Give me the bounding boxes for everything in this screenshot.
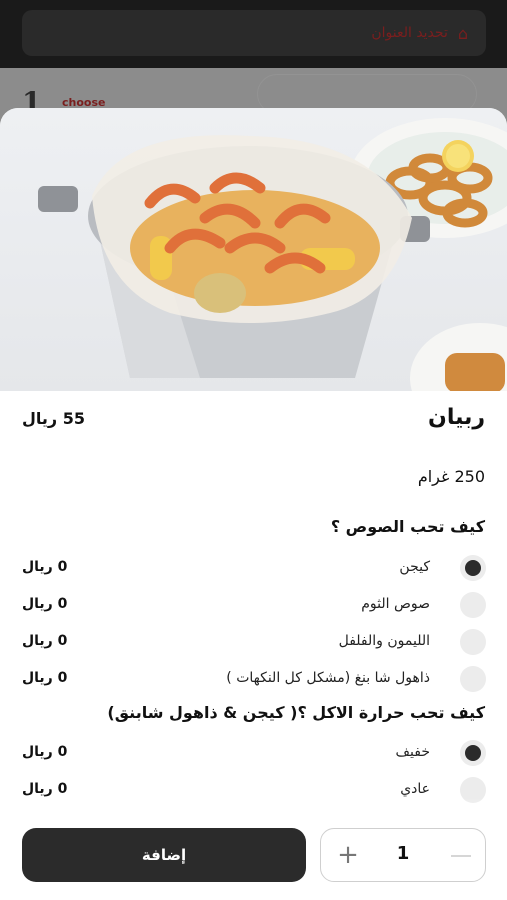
background-header: ⌂ تحديد العنوان xyxy=(0,0,507,68)
option-price: 0 ريال xyxy=(22,559,68,575)
address-label: تحديد العنوان xyxy=(371,25,448,41)
quantity-stepper: + 1 xyxy=(320,828,486,882)
product-weight: 250 غرام xyxy=(417,467,485,486)
sauce-option-mixed[interactable]: ذاهول شا بنغ (مشكل كل النكهات ) 0 ريال xyxy=(22,664,486,694)
product-price: 55 ريال xyxy=(22,409,85,428)
add-to-cart-button[interactable]: إضافة xyxy=(22,828,306,882)
radio-selected[interactable] xyxy=(460,740,486,766)
spice-option-mild[interactable]: خفيف 0 ريال xyxy=(22,738,486,768)
location-pin-icon: ⌂ xyxy=(457,23,468,43)
radio-selected[interactable] xyxy=(460,555,486,581)
product-details: ربيان 55 ريال 250 غرام كيف تحب الصوص ؟ ك… xyxy=(0,391,507,811)
product-image xyxy=(0,108,507,391)
sauce-option-garlic[interactable]: صوص الثوم 0 ريال xyxy=(22,590,486,620)
product-name: ربيان xyxy=(428,405,485,430)
option-price: 0 ريال xyxy=(22,670,68,686)
spice-group-title: كيف تحب حرارة الاكل ؟( كيجن & ذاهول شابن… xyxy=(107,703,485,722)
radio-unselected[interactable] xyxy=(460,592,486,618)
radio-unselected[interactable] xyxy=(460,666,486,692)
option-price: 0 ريال xyxy=(22,596,68,612)
shrimp-bucket-illustration xyxy=(38,118,507,391)
sauce-option-cajun[interactable]: كيجن 0 ريال xyxy=(22,553,486,583)
option-price: 0 ريال xyxy=(22,633,68,649)
product-sheet: ربيان 55 ريال 250 غرام كيف تحب الصوص ؟ ك… xyxy=(0,108,507,900)
sauce-group-title: كيف تحب الصوص ؟ xyxy=(330,517,485,536)
option-label: الليمون والفلفل xyxy=(338,633,430,649)
action-footer: إضافة + 1 xyxy=(0,811,507,900)
option-label: ذاهول شا بنغ (مشكل كل النكهات ) xyxy=(226,670,430,686)
minus-icon[interactable] xyxy=(451,855,471,857)
address-bar[interactable]: ⌂ تحديد العنوان xyxy=(22,10,486,56)
option-price: 0 ريال xyxy=(22,781,68,797)
radio-unselected[interactable] xyxy=(460,629,486,655)
option-label: عادي xyxy=(400,781,430,797)
plus-icon[interactable]: + xyxy=(335,842,361,868)
quantity-value: 1 xyxy=(396,843,410,864)
sauce-option-lemon-pepper[interactable]: الليمون والفلفل 0 ريال xyxy=(22,627,486,657)
option-label: خفيف xyxy=(395,744,430,760)
option-price: 0 ريال xyxy=(22,744,68,760)
option-label: كيجن xyxy=(399,559,430,575)
option-label: صوص الثوم xyxy=(361,596,430,612)
